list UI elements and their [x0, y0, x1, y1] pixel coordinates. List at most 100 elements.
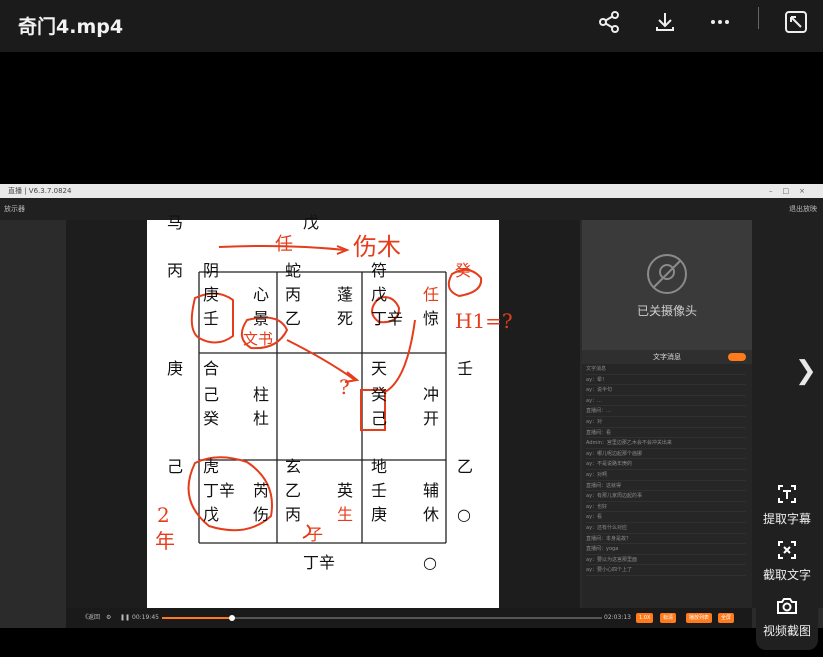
time-total: 02:03:13: [604, 614, 631, 621]
extract-subtitle-button[interactable]: 提取字幕: [756, 482, 818, 527]
doc-cell: 壬: [371, 481, 388, 500]
annotation: H1=?: [455, 309, 513, 333]
doc-cell: 景: [253, 309, 270, 328]
doc-cell: 杜: [253, 409, 270, 428]
quality-button[interactable]: 标清: [660, 613, 677, 623]
doc-cell: 癸: [203, 409, 220, 428]
chat-message: ay：有那儿家周边起的事: [586, 491, 746, 502]
chat-message-list: 文字消息 ay：晕！ ay：说半句 ay：… 直播间：… ay：对 直播间：看 Admin：宫…: [582, 364, 752, 576]
chat-message: 直播间：看: [586, 428, 746, 439]
fullscreen-exit-icon[interactable]: [780, 6, 812, 38]
annotation: 文书: [243, 330, 274, 348]
chat-message: ay：不是说路年庚的: [586, 459, 746, 470]
chat-message: 直播间：…: [586, 406, 746, 417]
doc-cell: 丙: [167, 261, 184, 280]
doc-cell: ○: [423, 553, 437, 572]
video-title: 奇门4.mp4: [18, 16, 124, 38]
back-button[interactable]: 《返回: [82, 608, 100, 628]
fullscreen-button[interactable]: 全屏: [718, 613, 735, 623]
doc-cell: 丙: [285, 285, 302, 304]
doc-cell: 冲: [423, 385, 440, 404]
extract-subtitle-label: 提取字幕: [762, 512, 811, 526]
chat-message: ay：对: [586, 417, 746, 428]
tool-panel: 提取字幕 截取文字 视频截图: [756, 464, 818, 650]
video-screenshot-label: 视频截图: [762, 624, 811, 638]
download-icon[interactable]: [649, 6, 681, 38]
qimen-chart-document: 马 戊 丙 阴 蛇 符 庚 心 丙 蓬 戊 任 壬 景 乙 死 丁辛 惊 庚 合…: [147, 214, 513, 608]
rec-menu-left: 放示器: [4, 205, 25, 213]
doc-cell: 符: [371, 261, 388, 280]
gear-icon[interactable]: ⚙: [106, 608, 111, 628]
chat-title: 文字消息: [653, 353, 681, 361]
doc-cell: 戊: [203, 505, 220, 524]
doc-cell: 丁辛: [303, 553, 336, 572]
doc-cell: 地: [371, 457, 388, 476]
annotation: 伤木: [353, 233, 401, 261]
doc-cell: 庚: [167, 359, 184, 378]
annotation: ?: [339, 375, 350, 399]
chat-message: ay：说半句: [586, 385, 746, 396]
annotation: 子: [307, 525, 324, 544]
chat-message: ay：晕！: [586, 375, 746, 386]
video-screenshot-button[interactable]: 视频截图: [756, 594, 818, 639]
chart-grid-lines: [187, 245, 483, 544]
text-capture-icon: [778, 541, 796, 559]
rec-window-titlebar: 直播 | V6.3.7.0824 –□×: [0, 184, 823, 198]
doc-cell: 柱: [253, 385, 270, 404]
recording-control-bar: 《返回 ⚙ ❚❚ 00:19:45 02:03:13 1.0X 标清 播放列表 …: [66, 608, 752, 628]
recording-progress-bar[interactable]: [162, 615, 602, 621]
doc-cell: ○: [457, 505, 471, 524]
doc-cell: 乙: [285, 481, 302, 500]
rec-menu-right: 退出放映: [789, 205, 817, 213]
doc-cell: 戊: [303, 213, 320, 232]
toolbar-divider: [758, 7, 759, 29]
progress-fill: [162, 617, 233, 619]
doc-cell: 马: [167, 213, 184, 232]
chat-message: 直播间：yoga: [586, 544, 746, 555]
doc-cell: 英: [337, 481, 354, 500]
chat-message: ay：要小心四个上了: [586, 565, 746, 576]
doc-cell: 死: [337, 309, 354, 328]
doc-cell: 己: [203, 385, 220, 404]
doc-cell: 庚: [203, 285, 220, 304]
playlist-button[interactable]: 播放列表: [686, 613, 713, 623]
doc-cell: 芮: [253, 481, 270, 500]
speed-button[interactable]: 1.0X: [636, 613, 654, 623]
rec-window-controls: –□×: [769, 187, 815, 195]
chat-message: ay：看: [586, 512, 746, 523]
doc-cell: 丙: [285, 505, 302, 524]
camera-off-icon: [647, 254, 687, 294]
chat-message: 直播间：这就得: [586, 481, 746, 492]
chat-toggle[interactable]: [728, 353, 746, 361]
doc-cell: 心: [253, 285, 270, 304]
time-current: 00:19:45: [132, 614, 159, 621]
chat-panel: 文字消息 文字消息 ay：晕！ ay：说半句 ay：… 直播间：… ay：对 直播间：看 Ad…: [582, 350, 752, 608]
subtitle-icon: [778, 485, 796, 503]
doc-cell: 壬: [203, 309, 220, 328]
rec-menu-bar: 放示器 退出放映: [0, 198, 823, 220]
chevron-right-icon[interactable]: ❯: [795, 356, 817, 386]
chat-message: ay：…: [586, 396, 746, 407]
doc-cell: 己: [371, 409, 388, 428]
pause-icon[interactable]: ❚❚: [120, 608, 130, 628]
doc-cell: 辅: [423, 481, 440, 500]
chat-message: ay：也好: [586, 502, 746, 513]
chat-header: 文字消息: [582, 350, 752, 364]
doc-cell: 乙: [457, 457, 474, 476]
player-root: 奇门4.mp4 直播 | V6.3.7.0824 –□× 放示器 退出放映 马 …: [0, 0, 823, 657]
annotation: 任: [275, 234, 293, 255]
annotation: 癸: [455, 261, 472, 280]
doc-cell: 开: [423, 409, 440, 428]
progress-knob[interactable]: [229, 615, 236, 621]
doc-cell: 惊: [423, 309, 440, 328]
doc-cell: 蓬: [337, 285, 354, 304]
doc-cell: 伤: [253, 505, 270, 524]
doc-cell: 戊: [371, 285, 388, 304]
more-icon[interactable]: [704, 6, 736, 38]
doc-cell: 丁辛: [371, 309, 404, 328]
extract-text-button[interactable]: 截取文字: [756, 538, 818, 583]
doc-cell: 蛇: [285, 261, 302, 280]
doc-cell: 玄: [285, 457, 302, 476]
doc-cell: 壬: [457, 359, 474, 378]
share-icon[interactable]: [593, 6, 625, 38]
